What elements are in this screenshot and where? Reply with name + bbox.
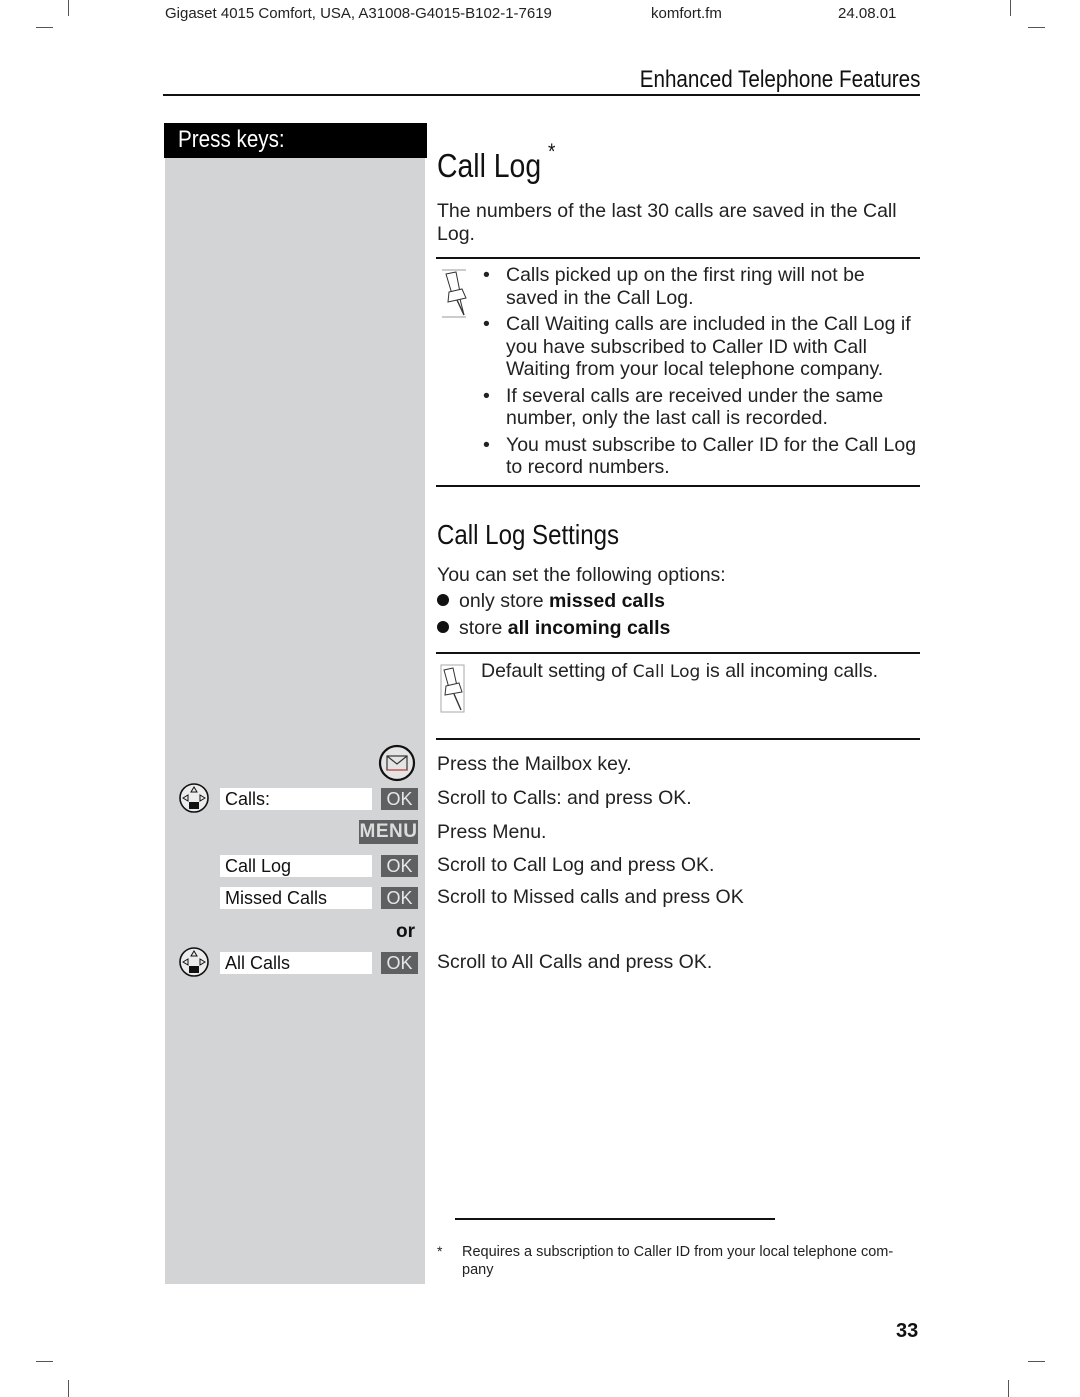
note-rule-bottom [436,485,920,487]
default-rule-top [436,652,920,654]
display-missed-calls: Missed Calls [220,887,372,909]
step-text: Scroll to Missed calls and press OK [437,886,744,908]
pushpin-note-icon [440,664,465,713]
menu-button[interactable]: MENU [359,820,418,844]
press-keys-sidebar [165,158,425,1284]
intro-text: The numbers of the last 30 calls are sav… [437,200,897,245]
step-text: Scroll to Call Log and press OK. [437,854,715,876]
display-term: Call Log [632,662,701,682]
display-all-calls: All Calls [220,952,372,974]
press-keys-header: Press keys: [164,123,427,158]
option-term: missed calls [548,590,665,612]
default-setting-note: Default setting of Call Log is all incom… [481,660,878,684]
section-title: Enhanced Telephone Features [639,66,920,93]
crop-mark [36,27,53,28]
or-connector: or [396,921,415,942]
page-title-text: Call Log [437,147,542,184]
option-term: all incoming calls [507,617,671,639]
option-prefix: store [459,617,503,639]
ok-button[interactable]: OK [381,952,418,974]
ok-button[interactable]: OK [381,788,418,810]
step-text: Press Menu. [437,821,547,843]
page-number: 33 [896,1320,919,1342]
document-date: 24.08.01 [838,5,897,22]
crop-mark [68,0,69,16]
press-keys-label: Press keys: [178,126,285,153]
document-id: Gigaset 4015 Comfort, USA, A31008-G4015-… [165,5,552,22]
footnote-rule [455,1218,775,1220]
navigation-key-icon [179,947,209,977]
crop-mark [1028,1361,1045,1362]
mailbox-key-icon [378,744,416,782]
footnote-marker: * [548,139,556,164]
step-text: Press the Mailbox key. [437,753,632,775]
crop-mark [36,1361,53,1362]
option-all-incoming: store all incoming calls [437,617,670,640]
note-item: Call Waiting calls are included in the C… [482,313,918,381]
display-calls: Calls: [220,788,372,810]
note-item: You must subscribe to Caller ID for the … [482,434,918,479]
option-missed-calls: only store missed calls [437,590,665,613]
header-rule [163,94,920,96]
file-name: komfort.fm [651,5,722,22]
pushpin-note-icon [442,269,467,318]
settings-intro: You can set the following options: [437,564,726,586]
note-prefix: Default setting of [481,660,628,682]
step-text: Scroll to All Calls and press OK. [437,951,713,973]
step-text: Scroll to Calls: and press OK. [437,787,692,809]
crop-mark [68,1380,69,1397]
footnote-text: Requires a subscription to Caller ID fro… [462,1244,894,1278]
note-item: If several calls are received under the … [482,385,918,430]
crop-mark [1008,1380,1009,1397]
bullet-icon [437,594,449,606]
settings-title: Call Log Settings [437,519,620,550]
navigation-key-icon [179,783,209,813]
note-item: Calls picked up on the first ring will n… [482,264,918,309]
note-list: Calls picked up on the first ring will n… [482,264,918,483]
page-title: Call Log * [437,139,555,185]
footnote-marker: * [437,1243,443,1259]
note-rule-top [436,257,920,259]
crop-mark [1010,0,1011,16]
crop-mark [1028,27,1045,28]
ok-button[interactable]: OK [381,887,418,909]
option-prefix: only store [459,590,544,612]
display-call-log: Call Log [220,855,372,877]
bullet-icon [437,621,449,633]
default-rule-bottom [436,738,920,740]
note-suffix: is all incoming calls. [705,660,879,682]
ok-button[interactable]: OK [381,855,418,877]
